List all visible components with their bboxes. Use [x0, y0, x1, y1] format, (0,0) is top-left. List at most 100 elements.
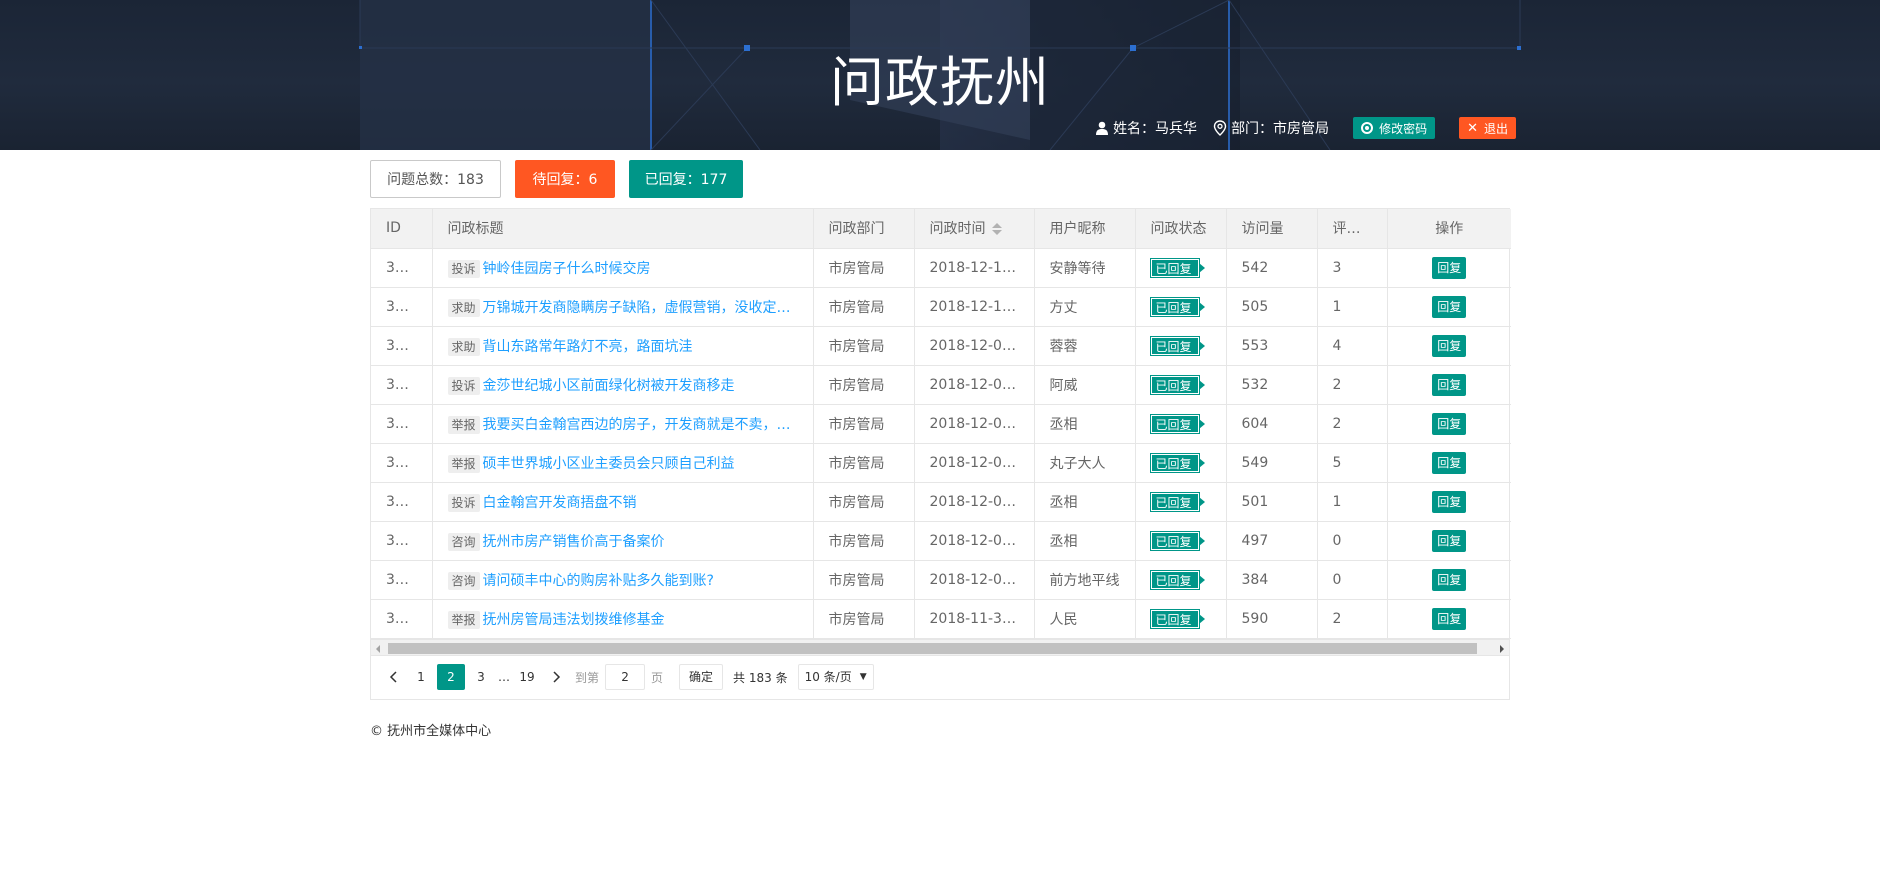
- cell-action: 回复: [1386, 248, 1511, 288]
- category-tag: 咨询: [447, 571, 480, 590]
- next-page-button[interactable]: [543, 664, 569, 690]
- column-header-user: 用户昵称: [1034, 209, 1136, 249]
- total-count-button[interactable]: 问题总数：183: [370, 160, 501, 198]
- prev-page-button[interactable]: [381, 664, 407, 690]
- page-3-button[interactable]: 3: [467, 664, 495, 690]
- cell-id: 33…: [371, 482, 433, 522]
- cell-time: 2018-12-05 …: [914, 365, 1035, 405]
- site-header: 问政抚州 姓名：马兵华 部门：市房管局 修改密码 ✕ 退出: [0, 0, 1880, 150]
- question-title-link[interactable]: 背山东路常年路灯不亮，路面坑洼: [483, 339, 693, 355]
- scroll-right-arrow-icon[interactable]: [1500, 644, 1504, 653]
- cell-views: 384: [1226, 560, 1318, 600]
- cell-views: 501: [1226, 482, 1318, 522]
- question-title-link[interactable]: 万锦城开发商隐瞒房子缺陷，虚假营销，没收定…: [483, 300, 791, 316]
- change-password-button[interactable]: 修改密码: [1353, 117, 1436, 139]
- question-title-link[interactable]: 硕丰世界城小区业主委员会只顾自己利益: [483, 456, 735, 472]
- column-header-title: 问政标题: [432, 209, 814, 249]
- column-header-action: 操作: [1386, 209, 1511, 249]
- column-header-department: 问政部门: [813, 209, 915, 249]
- category-tag: 投诉: [447, 493, 480, 512]
- table-row[interactable]: 33… 咨询 抚州市房产销售价高于备案价 市房管局 2018-12-02 … 丞相 已回复 4…: [371, 521, 1511, 561]
- question-title-link[interactable]: 抚州市房产销售价高于备案价: [483, 534, 665, 550]
- question-title-link[interactable]: 白金翰宫开发商捂盘不销: [483, 495, 637, 511]
- cell-action: 回复: [1386, 326, 1511, 366]
- sort-icon[interactable]: [991, 222, 1002, 236]
- cell-title: 咨询 抚州市房产销售价高于备案价: [432, 521, 814, 561]
- cell-department: 市房管局: [813, 365, 915, 405]
- page-last-button[interactable]: 19: [513, 664, 541, 690]
- table-row[interactable]: 33… 举报 我要买白金翰宫西边的房子，开发商就是不卖，… 市房管局 2018-12-0…: [371, 404, 1511, 444]
- question-title-link[interactable]: 抚州房管局违法划拨维修基金: [483, 612, 665, 628]
- cell-status: 已回复: [1135, 443, 1227, 483]
- cell-department: 市房管局: [813, 560, 915, 600]
- table-body: 34… 投诉 钟岭佳园房子什么时候交房 市房管局 2018-12-11 … 安静等待 已回复…: [371, 248, 1511, 639]
- question-title-link[interactable]: 金莎世纪城小区前面绿化树被开发商移走: [483, 378, 735, 394]
- reply-button[interactable]: 回复: [1432, 373, 1467, 396]
- cell-comments: 2: [1317, 599, 1388, 639]
- page-ellipsis: …: [498, 670, 510, 684]
- cell-views: 604: [1226, 404, 1318, 444]
- page-size-select[interactable]: 10 条/页 ▼: [797, 664, 874, 690]
- question-title-link[interactable]: 钟岭佳园房子什么时候交房: [483, 261, 651, 277]
- cell-time: 2018-12-02 …: [914, 443, 1035, 483]
- reply-button[interactable]: 回复: [1432, 568, 1467, 591]
- reply-button[interactable]: 回复: [1432, 607, 1467, 630]
- password-icon: [1361, 122, 1374, 134]
- table-row[interactable]: 33… 投诉 白金翰宫开发商捂盘不销 市房管局 2018-12-02 … 丞相 已回复 501…: [371, 482, 1511, 522]
- cell-user: 方丈: [1034, 287, 1136, 327]
- horizontal-scrollbar[interactable]: [371, 638, 1509, 655]
- cell-department: 市房管局: [813, 443, 915, 483]
- category-tag: 求助: [447, 337, 480, 356]
- cell-status: 已回复: [1135, 326, 1227, 366]
- table-row[interactable]: 33… 投诉 金莎世纪城小区前面绿化树被开发商移走 市房管局 2018-12-05 … 阿…: [371, 365, 1511, 405]
- cell-user: 人民: [1034, 599, 1136, 639]
- table-header-row: ID 问政标题 问政部门 问政时间 用户昵称 问政状态 访问量 评论数 操作: [371, 209, 1511, 249]
- cell-title: 举报 硕丰世界城小区业主委员会只顾自己利益: [432, 443, 814, 483]
- footer-copyright: © 抚州市全媒体中心: [370, 724, 492, 739]
- table-row[interactable]: 33… 咨询 请问硕丰中心的购房补贴多久能到账? 市房管局 2018-12-01 … 前方…: [371, 560, 1511, 600]
- status-badge: 已回复: [1149, 335, 1205, 356]
- cell-status: 已回复: [1135, 248, 1227, 288]
- logout-button[interactable]: ✕ 退出: [1459, 117, 1516, 139]
- reply-button[interactable]: 回复: [1432, 490, 1467, 513]
- total-records-label: 共 183 条: [733, 670, 788, 685]
- page-2-button[interactable]: 2: [437, 664, 465, 690]
- cell-title: 举报 抚州房管局违法划拨维修基金: [432, 599, 814, 639]
- cell-department: 市房管局: [813, 287, 915, 327]
- cell-comments: 0: [1317, 560, 1388, 600]
- table-row[interactable]: 34… 投诉 钟岭佳园房子什么时候交房 市房管局 2018-12-11 … 安静等待 已回复…: [371, 248, 1511, 288]
- replied-count-button[interactable]: 已回复：177: [629, 160, 743, 198]
- table-row[interactable]: 33… 求助 背山东路常年路灯不亮，路面坑洼 市房管局 2018-12-06 … 蓉蓉 已回…: [371, 326, 1511, 366]
- main-content: 问题总数：183 待回复：6 已回复：177 ID 问政标题 问政部门 问政时间…: [370, 160, 1511, 700]
- user-name: 姓名：马兵华: [1095, 118, 1197, 138]
- reply-button[interactable]: 回复: [1432, 529, 1467, 552]
- page-1-button[interactable]: 1: [407, 664, 435, 690]
- cell-id: 33…: [371, 443, 433, 483]
- category-tag: 举报: [447, 415, 480, 434]
- goto-confirm-button[interactable]: 确定: [679, 664, 724, 690]
- site-title: 问政抚州: [830, 51, 1050, 114]
- user-icon: [1096, 121, 1109, 135]
- reply-button[interactable]: 回复: [1432, 451, 1467, 474]
- cell-title: 求助 万锦城开发商隐瞒房子缺陷，虚假营销，没收定…: [432, 287, 814, 327]
- cell-comments: 2: [1317, 404, 1388, 444]
- cell-id: 34…: [371, 248, 433, 288]
- scroll-left-arrow-icon[interactable]: [376, 644, 380, 653]
- cell-time: 2018-12-10 …: [914, 287, 1035, 327]
- reply-button[interactable]: 回复: [1432, 295, 1467, 318]
- goto-page-input[interactable]: 2: [605, 664, 646, 690]
- table-row[interactable]: 33… 举报 抚州房管局违法划拨维修基金 市房管局 2018-11-30 … 人民 已回复 5…: [371, 599, 1511, 639]
- reply-button[interactable]: 回复: [1432, 334, 1467, 357]
- column-header-time[interactable]: 问政时间: [914, 209, 1035, 249]
- table-row[interactable]: 33… 举报 硕丰世界城小区业主委员会只顾自己利益 市房管局 2018-12-02 … 丸…: [371, 443, 1511, 483]
- user-bar: 姓名：马兵华 部门：市房管局 修改密码 ✕ 退出: [1079, 116, 1516, 140]
- scrollbar-thumb[interactable]: [388, 642, 1477, 654]
- question-title-link[interactable]: 请问硕丰中心的购房补贴多久能到账?: [483, 573, 714, 589]
- pending-count-button[interactable]: 待回复：6: [515, 160, 615, 198]
- reply-button[interactable]: 回复: [1432, 256, 1467, 279]
- table-row[interactable]: 34… 求助 万锦城开发商隐瞒房子缺陷，虚假营销，没收定… 市房管局 2018-12-1…: [371, 287, 1511, 327]
- reply-button[interactable]: 回复: [1432, 412, 1467, 435]
- cell-action: 回复: [1386, 443, 1511, 483]
- page-size-value: 10 条/页: [804, 670, 852, 684]
- question-title-link[interactable]: 我要买白金翰宫西边的房子，开发商就是不卖，…: [483, 417, 791, 433]
